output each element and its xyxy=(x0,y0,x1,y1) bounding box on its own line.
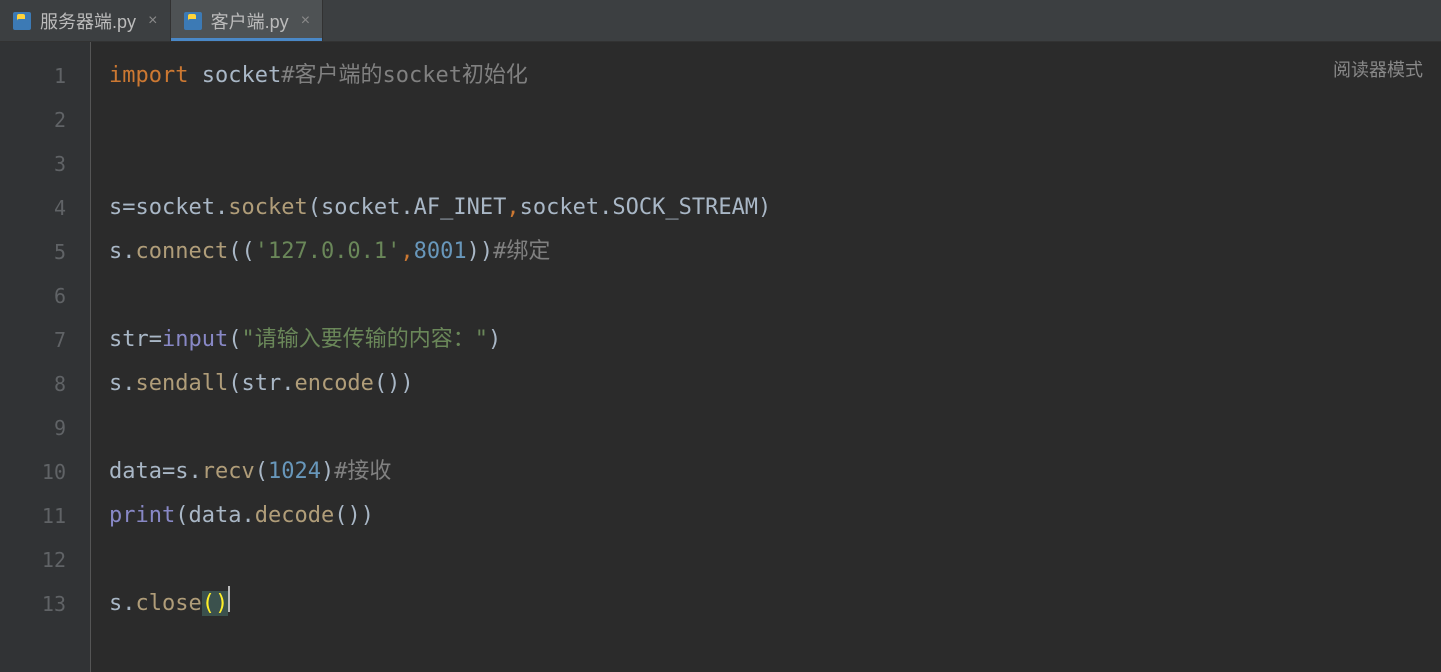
line-number: 1 xyxy=(0,54,90,98)
code-line-6 xyxy=(109,274,1441,318)
tab-label: 客户端.py xyxy=(211,8,289,34)
line-number: 3 xyxy=(0,142,90,186)
code-line-8: s.sendall(str.encode()) xyxy=(109,362,1441,406)
line-number: 9 xyxy=(0,406,90,450)
close-icon[interactable]: × xyxy=(301,12,311,30)
code-line-7: str=input("请输入要传输的内容：") xyxy=(109,318,1441,362)
code-line-9 xyxy=(109,406,1441,450)
line-number: 11 xyxy=(0,494,90,538)
line-number: 10 xyxy=(0,450,90,494)
code-line-2 xyxy=(109,98,1441,142)
tab-server-py[interactable]: 服务器端.py × xyxy=(0,0,171,41)
code-line-13: s.close() xyxy=(109,582,1441,626)
line-number: 4 xyxy=(0,186,90,230)
line-number: 13 xyxy=(0,582,90,626)
python-file-icon xyxy=(12,11,32,31)
code-line-3 xyxy=(109,142,1441,186)
code-line-11: print(data.decode()) xyxy=(109,494,1441,538)
code-line-4: s=socket.socket(socket.AF_INET,socket.SO… xyxy=(109,186,1441,230)
text-cursor xyxy=(228,586,230,612)
tab-client-py[interactable]: 客户端.py × xyxy=(171,0,324,41)
line-number: 6 xyxy=(0,274,90,318)
code-line-5: s.connect(('127.0.0.1',8001))#绑定 xyxy=(109,230,1441,274)
line-number: 12 xyxy=(0,538,90,582)
tab-label: 服务器端.py xyxy=(40,8,136,34)
editor-area: 1 2 3 4 5 6 7 8 9 10 11 12 13 阅读器模式 impo… xyxy=(0,42,1441,672)
line-number: 2 xyxy=(0,98,90,142)
editor-tabs: 服务器端.py × 客户端.py × xyxy=(0,0,1441,42)
gutter: 1 2 3 4 5 6 7 8 9 10 11 12 13 xyxy=(0,42,90,672)
code-line-1: import socket#客户端的socket初始化 xyxy=(109,54,1441,98)
line-number: 5 xyxy=(0,230,90,274)
close-icon[interactable]: × xyxy=(148,12,158,30)
python-file-icon xyxy=(183,11,203,31)
code-line-12 xyxy=(109,538,1441,582)
line-number: 7 xyxy=(0,318,90,362)
code-editor[interactable]: 阅读器模式 import socket#客户端的socket初始化 s=sock… xyxy=(90,42,1441,672)
reader-mode-button[interactable]: 阅读器模式 xyxy=(1333,56,1423,82)
line-number: 8 xyxy=(0,362,90,406)
code-line-10: data=s.recv(1024)#接收 xyxy=(109,450,1441,494)
